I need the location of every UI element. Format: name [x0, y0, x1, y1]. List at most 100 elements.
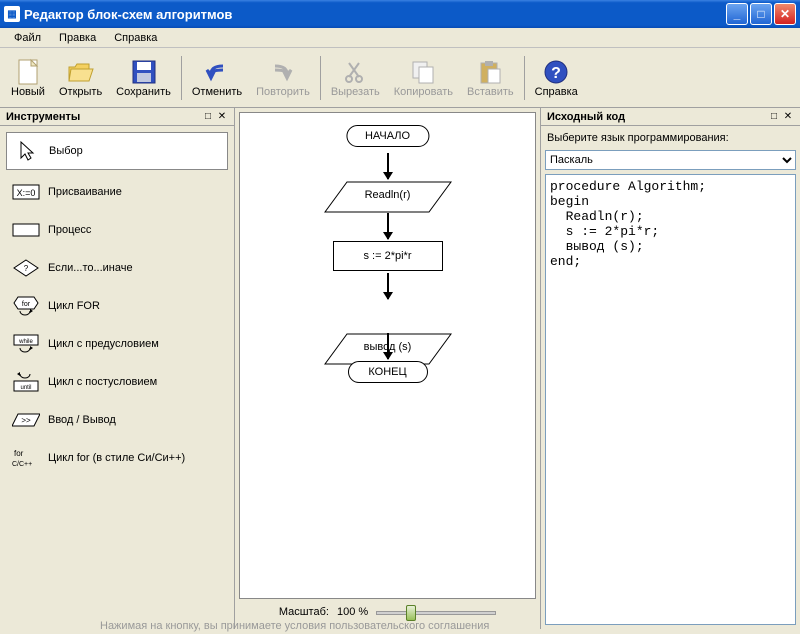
code-panel: Исходный код □ ✕ Выберите язык программи…: [540, 108, 800, 629]
io-icon: >>: [12, 410, 40, 430]
new-file-icon: [14, 58, 42, 86]
tool-select[interactable]: Выбор: [6, 132, 228, 170]
open-button[interactable]: Открыть: [52, 51, 109, 105]
help-icon: ?: [542, 58, 570, 86]
tool-label: Если...то...иначе: [48, 262, 133, 274]
tool-label: Цикл FOR: [48, 300, 100, 312]
window-title: Редактор блок-схем алгоритмов: [24, 7, 726, 22]
undo-label: Отменить: [192, 86, 242, 98]
tool-process[interactable]: Процесс: [6, 214, 228, 246]
tool-label: Процесс: [48, 224, 91, 236]
svg-text:?: ?: [24, 264, 29, 273]
svg-text:X:=0: X:=0: [17, 188, 36, 198]
titlebar: ▦ Редактор блок-схем алгоритмов _ □ ✕: [0, 0, 800, 28]
flowchart-end[interactable]: КОНЕЦ: [348, 361, 428, 383]
undo-button[interactable]: Отменить: [185, 51, 249, 105]
tools-panel: Инструменты □ ✕ Выбор X:=0 Присваивание …: [0, 108, 235, 629]
menu-edit[interactable]: Правка: [51, 30, 104, 46]
open-folder-icon: [67, 58, 95, 86]
panel-close-icon[interactable]: ✕: [782, 111, 794, 123]
cut-icon: [341, 58, 369, 86]
copy-label: Копировать: [394, 86, 453, 98]
tool-until[interactable]: until Цикл с постусловием: [6, 366, 228, 398]
tool-while[interactable]: while Цикл с предусловием: [6, 328, 228, 360]
save-label: Сохранить: [116, 86, 171, 98]
cfor-icon: for C/C++: [12, 448, 40, 468]
panel-pin-icon[interactable]: □: [202, 111, 214, 123]
redo-label: Повторить: [256, 86, 310, 98]
minimize-button[interactable]: _: [726, 3, 748, 25]
help-button[interactable]: ? Справка: [528, 51, 585, 105]
open-label: Открыть: [59, 86, 102, 98]
zoom-label: Масштаб:: [279, 606, 329, 618]
help-label: Справка: [535, 86, 578, 98]
zoom-value: 100 %: [337, 606, 368, 618]
flowchart-arrow: [387, 153, 389, 179]
tool-label: Цикл с предусловием: [48, 338, 159, 350]
cursor-icon: [13, 141, 41, 161]
svg-text:?: ?: [551, 65, 561, 82]
tools-panel-header: Инструменты □ ✕: [0, 108, 234, 126]
assign-icon: X:=0: [12, 182, 40, 202]
tool-label: Присваивание: [48, 186, 122, 198]
source-code-view[interactable]: procedure Algorithm; begin Readln(r); s …: [545, 174, 796, 625]
canvas-panel: НАЧАЛО Readln(r) s := 2*pi*r вывод (s) К…: [235, 108, 540, 629]
cut-label: Вырезать: [331, 86, 380, 98]
close-button[interactable]: ✕: [774, 3, 796, 25]
svg-text:while: while: [18, 339, 33, 345]
cut-button[interactable]: Вырезать: [324, 51, 387, 105]
tool-label: Выбор: [49, 145, 83, 157]
paste-label: Вставить: [467, 86, 514, 98]
panel-close-icon[interactable]: ✕: [216, 111, 228, 123]
tool-label: Ввод / Вывод: [48, 414, 116, 426]
paste-button[interactable]: Вставить: [460, 51, 521, 105]
save-button[interactable]: Сохранить: [109, 51, 178, 105]
svg-text:for: for: [14, 449, 24, 458]
while-loop-icon: while: [12, 334, 40, 354]
tool-io[interactable]: >> Ввод / Вывод: [6, 404, 228, 436]
toolbar-separator: [320, 56, 321, 100]
toolbar: Новый Открыть Сохранить Отменить Повтори…: [0, 48, 800, 108]
tool-label: Цикл for (в стиле Си/Си++): [48, 452, 185, 464]
language-label: Выберите язык программирования:: [545, 130, 796, 146]
zoom-slider[interactable]: [376, 603, 496, 621]
svg-text:C/C++: C/C++: [12, 461, 32, 468]
flowchart-start[interactable]: НАЧАЛО: [346, 125, 429, 147]
tool-label: Цикл с постусловием: [48, 376, 157, 388]
redo-button[interactable]: Повторить: [249, 51, 317, 105]
slider-thumb-icon[interactable]: [406, 605, 416, 621]
menu-help[interactable]: Справка: [106, 30, 165, 46]
tool-cfor[interactable]: for C/C++ Цикл for (в стиле Си/Си++): [6, 442, 228, 474]
menu-file[interactable]: Файл: [6, 30, 49, 46]
maximize-button[interactable]: □: [750, 3, 772, 25]
toolbar-separator: [181, 56, 182, 100]
copy-button[interactable]: Копировать: [387, 51, 460, 105]
decision-icon: ?: [12, 258, 40, 278]
flowchart-input[interactable]: Readln(r): [323, 181, 453, 213]
paste-icon: [476, 58, 504, 86]
redo-icon: [269, 58, 297, 86]
menubar: Файл Правка Справка: [0, 28, 800, 48]
tools-panel-title: Инструменты: [6, 111, 200, 123]
flowchart-arrow: [387, 213, 389, 239]
flowchart-process[interactable]: s := 2*pi*r: [333, 241, 443, 271]
tool-assign[interactable]: X:=0 Присваивание: [6, 176, 228, 208]
language-select[interactable]: Паскаль: [545, 150, 796, 170]
for-loop-icon: for: [12, 296, 40, 316]
until-loop-icon: until: [12, 372, 40, 392]
new-label: Новый: [11, 86, 45, 98]
flowchart-arrow: [387, 273, 389, 299]
flowchart-arrow: [387, 333, 389, 359]
flowchart-canvas[interactable]: НАЧАЛО Readln(r) s := 2*pi*r вывод (s) К…: [239, 112, 536, 599]
code-panel-title: Исходный код: [547, 111, 766, 123]
undo-icon: [203, 58, 231, 86]
footer-text: Нажимая на кнопку, вы принимаете условия…: [100, 620, 489, 632]
process-icon: [12, 220, 40, 240]
tool-for[interactable]: for Цикл FOR: [6, 290, 228, 322]
save-disk-icon: [130, 58, 158, 86]
new-button[interactable]: Новый: [4, 51, 52, 105]
panel-pin-icon[interactable]: □: [768, 111, 780, 123]
toolbar-separator: [524, 56, 525, 100]
tool-ifelse[interactable]: ? Если...то...иначе: [6, 252, 228, 284]
svg-text:until: until: [20, 385, 31, 391]
